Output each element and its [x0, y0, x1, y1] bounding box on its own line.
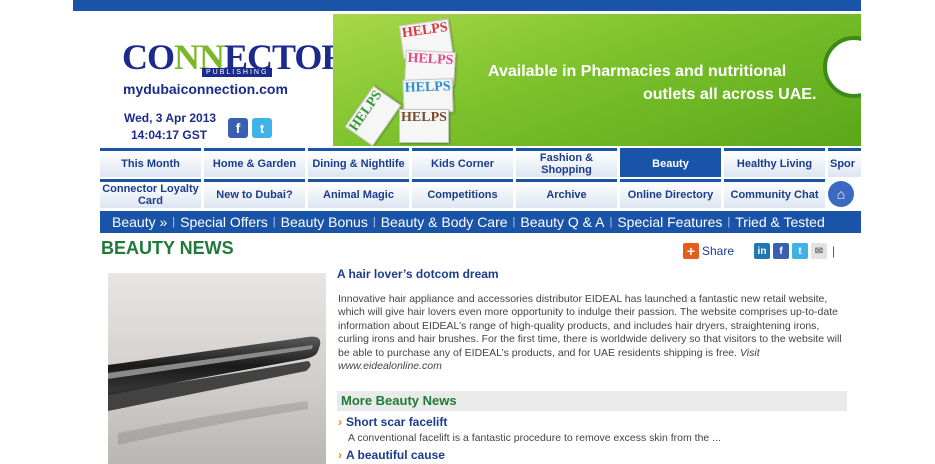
nav-competitions[interactable]: Competitions — [412, 179, 513, 208]
banner-ad[interactable]: HELPS HELPS HELPS HELPS HELPS Available … — [333, 14, 861, 146]
product-box-image: HELPS — [344, 85, 402, 146]
more-news-heading: More Beauty News — [337, 391, 847, 411]
separator: | — [512, 216, 516, 228]
share-button[interactable]: + Share — [683, 243, 734, 259]
news-item-link[interactable]: › Short scar facelift — [338, 415, 447, 429]
facebook-icon[interactable]: f — [773, 243, 789, 259]
house-icon[interactable]: ⌂ — [828, 181, 854, 207]
twitter-icon[interactable]: t — [792, 243, 808, 259]
nav-animal-magic[interactable]: Animal Magic — [308, 179, 409, 208]
banner-subline: outlets all across UAE. — [643, 86, 817, 103]
news-item-title: Short scar facelift — [346, 415, 448, 429]
separator: | — [727, 216, 731, 228]
nav-fashion-shopping[interactable]: Fashion & Shopping — [516, 148, 617, 177]
subnav-beauty-bonus[interactable]: Beauty Bonus — [281, 214, 368, 230]
product-box-image: HELPS — [399, 109, 449, 143]
separator: | — [372, 216, 376, 228]
news-item-desc: A conventional facelift is a fantastic p… — [348, 432, 721, 444]
main-nav-row-2: Connector Loyalty Card New to Dubai? Ani… — [100, 179, 854, 208]
nav-kids-corner[interactable]: Kids Corner — [412, 148, 513, 177]
subnav-beauty-body-care[interactable]: Beauty & Body Care — [381, 214, 508, 230]
nav-this-month[interactable]: This Month — [100, 148, 201, 177]
separator: | — [272, 216, 276, 228]
subnav-special-offers[interactable]: Special Offers — [180, 214, 268, 230]
nav-archive[interactable]: Archive — [516, 179, 617, 208]
nav-home-garden[interactable]: Home & Garden — [204, 148, 305, 177]
seal-badge-icon — [823, 36, 861, 98]
nav-online-directory[interactable]: Online Directory — [620, 179, 721, 208]
separator: | — [609, 216, 613, 228]
hair-straightener-image — [108, 336, 321, 445]
date-display: Wed, 3 Apr 2013 — [124, 111, 217, 125]
share-label: Share — [702, 244, 735, 258]
article-body-text: Innovative hair appliance and accessorie… — [338, 293, 842, 359]
header-social: f t — [228, 118, 272, 138]
nav-sports[interactable]: Spor — [828, 148, 861, 177]
page-container: CONNECTOR PUBLISHING mydubaiconnection.c… — [100, 11, 861, 464]
site-url[interactable]: mydubaiconnection.com — [123, 81, 288, 97]
banner-headline: Available in Pharmacies and nutritional — [488, 63, 787, 80]
arrow-icon: › — [338, 415, 342, 429]
nav-dining-nightlife[interactable]: Dining & Nightlife — [308, 148, 409, 177]
top-strip — [73, 0, 861, 11]
share-plus-icon: + — [683, 243, 699, 259]
facebook-icon[interactable]: f — [228, 118, 248, 138]
article-title[interactable]: A hair lover’s dotcom dream — [337, 267, 499, 281]
news-item-link[interactable]: › A beautiful cause — [338, 448, 445, 462]
twitter-icon[interactable]: t — [252, 118, 272, 138]
separator: | — [172, 216, 176, 228]
nav-community-chat[interactable]: Community Chat — [724, 179, 825, 208]
nav-new-to-dubai[interactable]: New to Dubai? — [204, 179, 305, 208]
subnav-tried-tested[interactable]: Tried & Tested — [735, 214, 825, 230]
nav-beauty[interactable]: Beauty — [620, 148, 721, 177]
time-display: 14:04:17 GST — [131, 128, 208, 142]
share-icons: in f t ✉ | — [754, 243, 835, 259]
nav-healthy-living[interactable]: Healthy Living — [724, 148, 825, 177]
subnav-beauty[interactable]: Beauty » — [112, 214, 167, 230]
news-item-title: A beautiful cause — [346, 448, 445, 462]
page-title: BEAUTY NEWS — [101, 238, 234, 258]
article-body: Innovative hair appliance and accessorie… — [338, 293, 846, 373]
article-image[interactable] — [108, 273, 326, 464]
nav-loyalty-card[interactable]: Connector Loyalty Card — [100, 179, 201, 208]
logo-subtitle: PUBLISHING — [202, 68, 273, 77]
subnav-beauty-qa[interactable]: Beauty Q & A — [520, 214, 604, 230]
logo[interactable]: CONNECTOR PUBLISHING — [122, 39, 347, 77]
divider: | — [832, 244, 836, 258]
main-nav-row-1: This Month Home & Garden Dining & Nightl… — [100, 148, 861, 177]
beauty-subnav: Beauty » | Special Offers | Beauty Bonus | … — [100, 211, 861, 233]
arrow-icon: › — [338, 448, 342, 462]
linkedin-icon[interactable]: in — [754, 243, 770, 259]
subnav-special-features[interactable]: Special Features — [617, 214, 722, 230]
email-icon[interactable]: ✉ — [811, 243, 827, 259]
